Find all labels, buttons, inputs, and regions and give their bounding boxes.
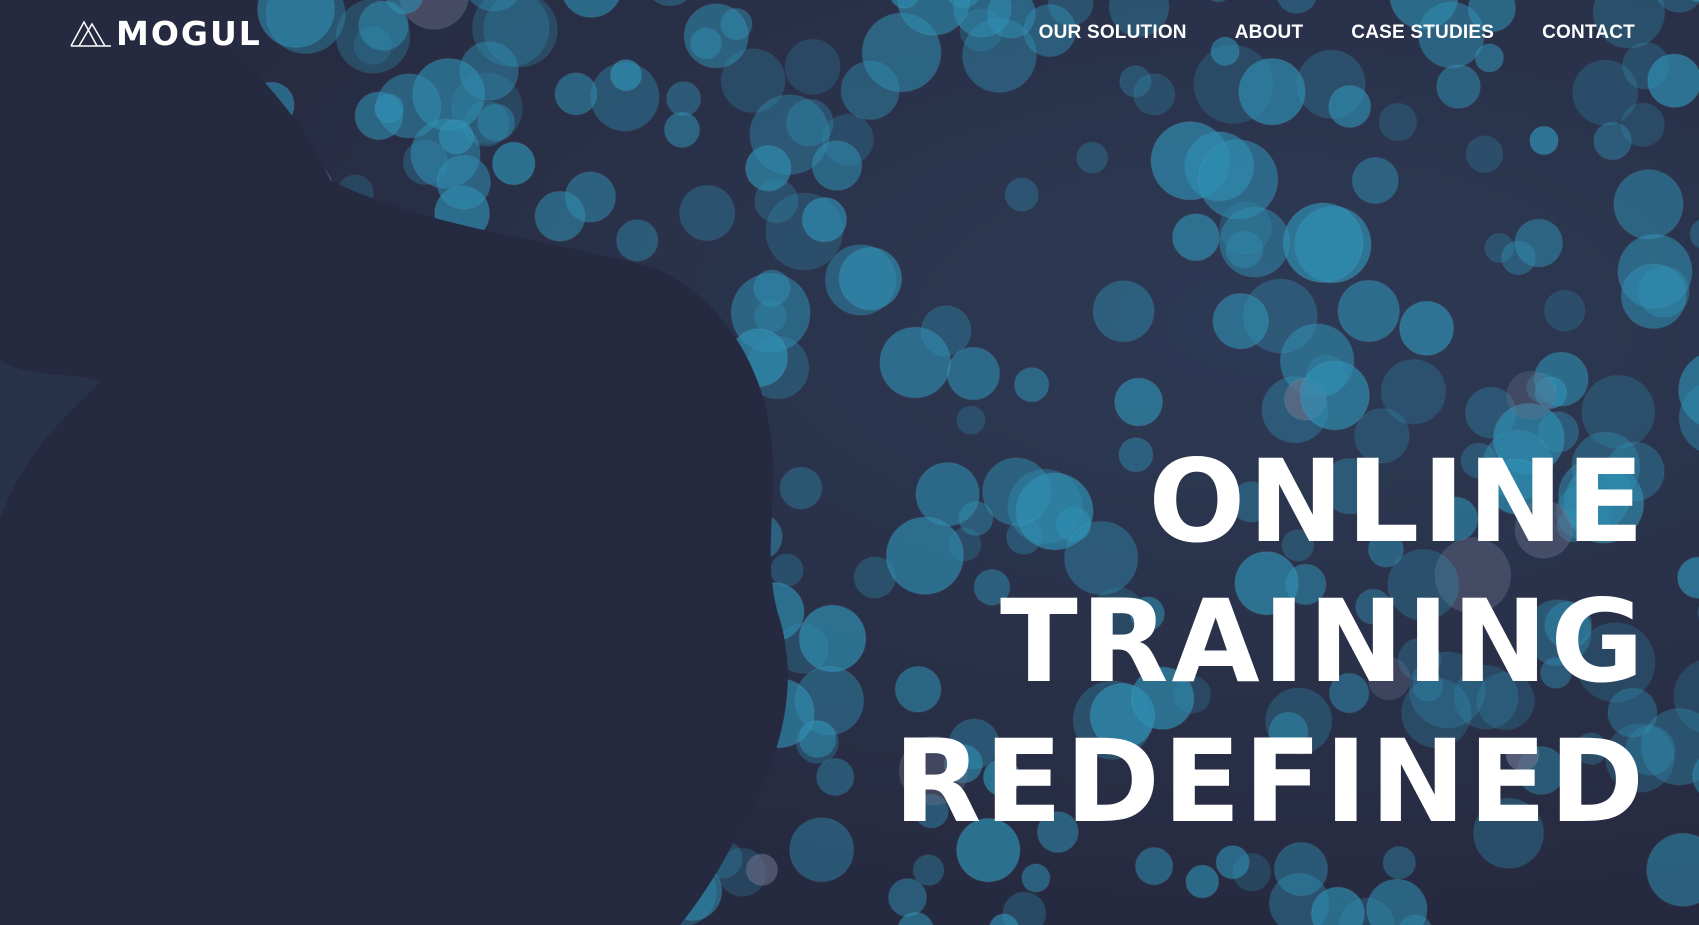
nav-contact[interactable]: CONTACT bbox=[1542, 22, 1635, 44]
nav-our-solution[interactable]: OUR SOLUTION bbox=[1039, 22, 1187, 44]
headline-line-3: REDEFINED bbox=[893, 715, 1647, 848]
mountain-icon bbox=[70, 18, 112, 48]
headline-line-1: ONLINE bbox=[1148, 435, 1647, 568]
hero-headline: ONLINE TRAINING REDEFINED bbox=[894, 432, 1647, 852]
logo-link[interactable]: MOGUL bbox=[70, 17, 262, 50]
brand-name: MOGUL bbox=[116, 13, 262, 53]
nav-case-studies[interactable]: CASE STUDIES bbox=[1351, 22, 1494, 44]
headline-line-2: TRAINING bbox=[1000, 575, 1647, 708]
nav-about[interactable]: ABOUT bbox=[1235, 22, 1304, 44]
site-header: MOGUL OUR SOLUTION ABOUT CASE STUDIES CO… bbox=[0, 0, 1699, 66]
main-nav: OUR SOLUTION ABOUT CASE STUDIES CONTACT bbox=[1039, 22, 1635, 44]
